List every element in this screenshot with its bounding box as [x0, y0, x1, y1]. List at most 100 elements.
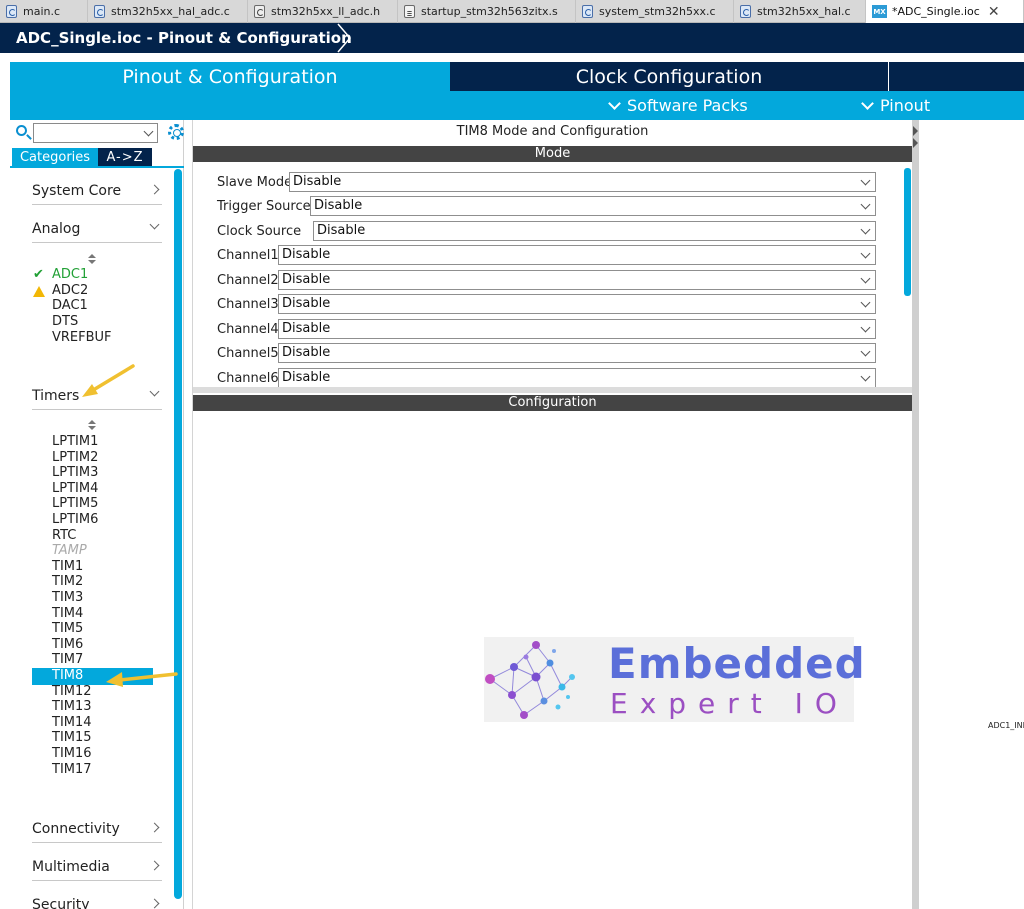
field-select-value: Disable	[293, 174, 342, 189]
timer-item-tim14[interactable]: TIM14	[52, 715, 92, 731]
field-select-value: Disable	[282, 345, 331, 360]
timer-item-lptim4[interactable]: LPTIM4	[52, 481, 98, 497]
categories-panel: Categories A->Z System Core Analog ✔ ADC…	[10, 120, 184, 909]
timer-item-lptim1[interactable]: LPTIM1	[52, 434, 98, 450]
breadcrumb[interactable]: ADC_Single.ioc - Pinout & Configuration	[0, 23, 370, 53]
chevron-down-icon[interactable]	[143, 126, 154, 137]
sort-icon[interactable]	[88, 420, 96, 430]
timer-item-tim2[interactable]: TIM2	[52, 574, 83, 590]
chevron-right-icon	[337, 23, 351, 53]
chevron-down-icon	[860, 175, 871, 186]
field-select[interactable]: Disable	[278, 270, 876, 290]
tab-extra[interactable]	[889, 62, 1024, 91]
timer-item-tim7[interactable]: TIM7	[52, 652, 83, 668]
editor-tab-main-c[interactable]: main.c	[0, 0, 88, 23]
timer-item-lptim6[interactable]: LPTIM6	[52, 512, 98, 528]
field-select[interactable]: Disable	[289, 172, 876, 192]
timer-item-tim15[interactable]: TIM15	[52, 730, 92, 746]
sort-icon[interactable]	[88, 254, 96, 264]
section-multimedia[interactable]: Multimedia	[32, 853, 162, 881]
editor-tab-hal-c[interactable]: stm32h5xx_hal.c	[734, 0, 866, 23]
field-select[interactable]: Disable	[278, 294, 876, 314]
list-item-dts[interactable]: DTS	[52, 314, 78, 330]
timer-item-lptim5[interactable]: LPTIM5	[52, 496, 98, 512]
timer-item-rtc[interactable]: RTC	[52, 528, 76, 544]
timer-item-tim13[interactable]: TIM13	[52, 699, 92, 715]
stm32cubeide-window: main.c stm32h5xx_hal_adc.c stm32h5xx_ll_…	[0, 0, 1024, 909]
editor-tab-ll-adc-h[interactable]: stm32h5xx_ll_adc.h	[248, 0, 398, 23]
c-file-icon	[582, 5, 593, 18]
categories-scrollbar[interactable]	[174, 169, 182, 899]
timer-item-tamp[interactable]: TAMP	[52, 543, 87, 559]
field-row: Channel3 Disable	[217, 294, 877, 314]
breadcrumb-bar: ADC_Single.ioc - Pinout & Configuration	[0, 23, 1024, 53]
section-security[interactable]: Security	[32, 891, 162, 909]
editor-tab-startup-s[interactable]: startup_stm32h563zitx.s	[398, 0, 576, 23]
section-connectivity[interactable]: Connectivity	[32, 815, 162, 843]
field-label: Channel1	[217, 247, 279, 263]
editor-tab-adc-single-ioc[interactable]: MX *ADC_Single.ioc ✕	[866, 0, 1024, 23]
section-label: System Core	[32, 182, 122, 199]
mode-scrollbar[interactable]	[904, 168, 911, 296]
field-label: Clock Source	[217, 223, 302, 239]
list-item-adc2[interactable]: ADC2	[52, 283, 88, 299]
mode-divider[interactable]	[193, 387, 912, 393]
field-select-value: Disable	[282, 296, 331, 311]
tab-clock-configuration[interactable]: Clock Configuration	[450, 62, 888, 91]
chevron-down-icon	[860, 322, 871, 333]
software-packs-menu[interactable]: Software Packs	[608, 91, 748, 120]
mode-configuration-panel: TIM8 Mode and Configuration Mode Slave M…	[192, 120, 912, 909]
list-item-dac1[interactable]: DAC1	[52, 298, 88, 314]
warning-icon	[33, 286, 45, 297]
pinout-menu[interactable]: Pinout	[861, 91, 931, 120]
chevron-down-icon	[608, 96, 621, 110]
timer-item-tim5[interactable]: TIM5	[52, 621, 83, 637]
embedded-expert-io-logo: Embedded Expert IO	[484, 637, 865, 722]
section-analog[interactable]: Analog	[32, 215, 162, 243]
timer-item-tim3[interactable]: TIM3	[52, 590, 83, 606]
field-select[interactable]: Disable	[278, 319, 876, 339]
mx-icon: MX	[872, 5, 887, 18]
close-icon[interactable]: ✕	[988, 4, 1000, 20]
tab-categories[interactable]: Categories	[12, 148, 98, 166]
gear-icon[interactable]	[168, 124, 184, 140]
search-input[interactable]	[33, 123, 158, 143]
section-label: Security	[32, 896, 90, 909]
editor-tab-label: system_stm32h5xx.c	[599, 5, 716, 18]
main-tab-bar: Pinout & Configuration Clock Configurati…	[10, 62, 1024, 91]
editor-tab-label: startup_stm32h563zitx.s	[421, 5, 558, 18]
sub-menu-bar: Software Packs Pinout	[10, 91, 1024, 120]
list-item-vrefbuf[interactable]: VREFBUF	[52, 330, 112, 346]
list-item-adc1[interactable]: ADC1	[52, 267, 88, 283]
timer-item-tim1[interactable]: TIM1	[52, 559, 83, 575]
section-label: Connectivity	[32, 820, 120, 837]
field-select-value: Disable	[282, 272, 331, 287]
timer-item-tim4[interactable]: TIM4	[52, 606, 83, 622]
timer-item-lptim3[interactable]: LPTIM3	[52, 465, 98, 481]
timer-item-tim8[interactable]: TIM8	[52, 668, 83, 684]
chevron-down-icon	[149, 386, 160, 397]
pinout-label: Pinout	[880, 96, 931, 115]
c-file-icon	[94, 5, 105, 18]
timer-item-tim17[interactable]: TIM17	[52, 762, 92, 778]
tab-a-to-z[interactable]: A->Z	[98, 148, 152, 166]
field-select[interactable]: Disable	[278, 245, 876, 265]
field-select[interactable]: Disable	[278, 368, 876, 388]
editor-tab-hal-adc-c[interactable]: stm32h5xx_hal_adc.c	[88, 0, 248, 23]
field-select[interactable]: Disable	[313, 221, 876, 241]
c-file-icon	[740, 5, 751, 18]
section-system-core[interactable]: System Core	[32, 177, 162, 205]
field-row: Channel6 Disable	[217, 368, 877, 388]
field-select[interactable]: Disable	[278, 343, 876, 363]
tab-pinout-configuration[interactable]: Pinout & Configuration	[10, 62, 450, 91]
field-row: Channel1 Disable	[217, 245, 877, 265]
timer-item-tim16[interactable]: TIM16	[52, 746, 92, 762]
field-select[interactable]: Disable	[310, 196, 876, 216]
timer-item-tim12[interactable]: TIM12	[52, 684, 92, 700]
field-row: Channel2 Disable	[217, 270, 877, 290]
chevron-down-icon	[860, 297, 871, 308]
collapse-panel-handle[interactable]	[912, 120, 919, 909]
timer-item-tim6[interactable]: TIM6	[52, 637, 83, 653]
editor-tab-system-c[interactable]: system_stm32h5xx.c	[576, 0, 734, 23]
timer-item-lptim2[interactable]: LPTIM2	[52, 450, 98, 466]
